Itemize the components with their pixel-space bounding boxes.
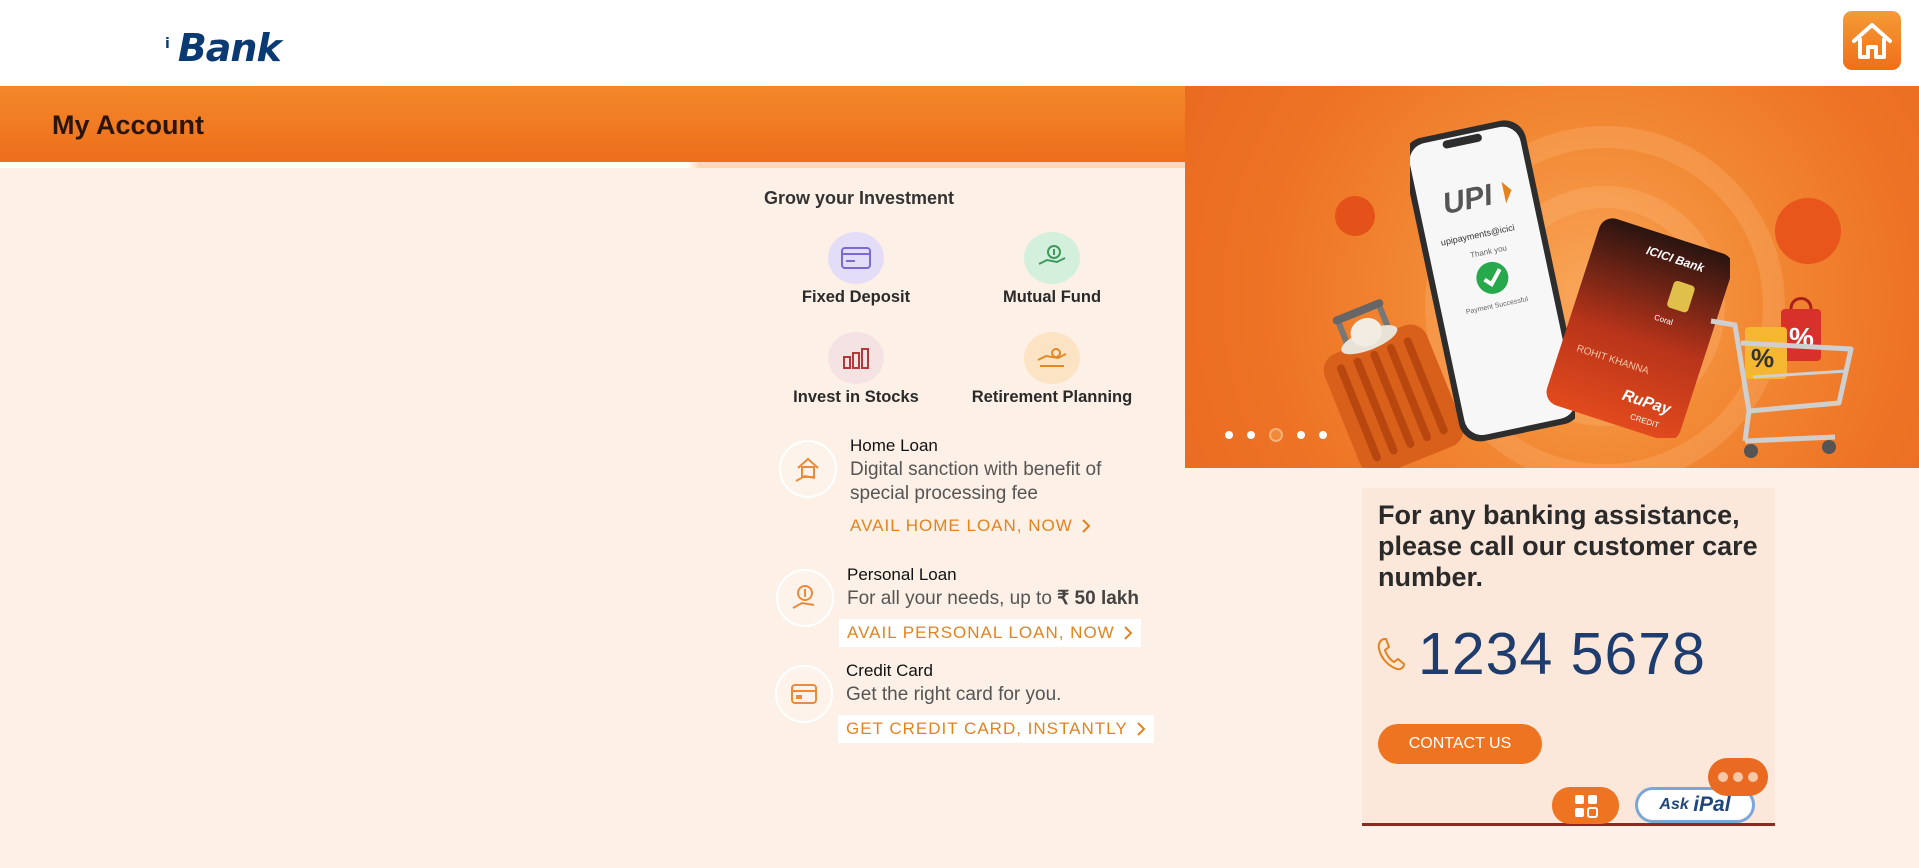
stocks-icon <box>828 332 884 384</box>
carousel-dot-1[interactable] <box>1225 431 1233 439</box>
decor-ball <box>1775 198 1841 264</box>
ask-label: Ask <box>1659 796 1689 813</box>
carousel-dot-3[interactable] <box>1269 428 1283 442</box>
customer-care-number[interactable]: 1234 5678 <box>1418 622 1706 686</box>
invest-mutual-fund[interactable]: Mutual Fund <box>952 232 1152 307</box>
shopping-cart-illustration: % % <box>1710 297 1854 458</box>
credit-card-icon <box>775 665 833 723</box>
offer-description: For all your needs, up to ₹ 50 lakh <box>847 587 1139 611</box>
contact-us-button[interactable]: CONTACT US <box>1378 724 1542 764</box>
chat-bubble-icon[interactable] <box>1708 758 1768 796</box>
header-divider <box>0 162 1185 168</box>
left-panel: My Account Grow your Investment Fixed De… <box>0 86 1185 868</box>
offer-description: Get the right card for you. <box>846 684 1062 705</box>
offer-description: Digital sanction with benefit of <box>850 459 1102 480</box>
home-icon <box>1852 22 1892 59</box>
chevron-right-icon <box>1136 722 1146 736</box>
fixed-deposit-icon <box>828 232 884 284</box>
top-bar: i Bank <box>0 0 1919 86</box>
invest-section-title: Grow your Investment <box>764 188 955 208</box>
invest-label: Retirement Planning <box>971 388 1133 406</box>
carousel-dots <box>1225 428 1327 442</box>
invest-label: Invest in Stocks <box>793 388 919 406</box>
offer-description: special processing fee <box>850 483 1038 504</box>
invest-fixed-deposit[interactable]: Fixed Deposit <box>756 232 956 307</box>
invest-label: Fixed Deposit <box>801 288 911 306</box>
offer-title: Home Loan <box>850 436 938 455</box>
offer-amount: ₹ 50 lakh <box>1057 588 1139 609</box>
avail-personal-loan-link[interactable]: AVAIL PERSONAL LOAN, NOW <box>839 619 1141 647</box>
avail-home-loan-link[interactable]: AVAIL HOME LOAN, NOW <box>850 516 1091 536</box>
cta-label: AVAIL HOME LOAN, NOW <box>850 516 1073 535</box>
get-credit-card-link[interactable]: GET CREDIT CARD, INSTANTLY <box>838 715 1154 743</box>
phone-icon <box>1377 638 1405 671</box>
offer-desc-prefix: For all your needs, up to <box>847 588 1052 609</box>
logo-mark: i <box>165 36 170 52</box>
offer-title: Credit Card <box>846 661 933 680</box>
invest-retirement[interactable]: Retirement Planning <box>952 332 1152 407</box>
carousel-dot-4[interactable] <box>1297 431 1305 439</box>
chat-dot <box>1718 772 1728 782</box>
personal-loan-icon <box>776 569 834 627</box>
carousel-dot-2[interactable] <box>1247 431 1255 439</box>
chevron-right-icon <box>1124 626 1133 640</box>
cta-label: AVAIL PERSONAL LOAN, NOW <box>847 623 1115 642</box>
quick-menu-button[interactable] <box>1552 787 1619 824</box>
credit-card-illustration: ICICI Bank Coral ROHIT KHANNA RuPay CRED… <box>1546 218 1730 438</box>
phone-row[interactable]: 1234 5678 <box>1376 622 1706 686</box>
promo-banner[interactable]: UPI upipayments@icici Thank you Payment … <box>1185 86 1919 468</box>
chat-dot <box>1733 772 1743 782</box>
page-title: My Account <box>52 110 205 140</box>
right-panel: UPI upipayments@icici Thank you Payment … <box>1185 86 1919 868</box>
mutual-fund-icon <box>1024 232 1080 284</box>
page-header: My Account <box>0 86 1185 162</box>
svg-text:%: % <box>1751 343 1774 373</box>
chevron-right-icon <box>1082 519 1091 533</box>
invest-label: Mutual Fund <box>1002 288 1102 306</box>
chat-dot <box>1748 772 1758 782</box>
decor-ball <box>1335 196 1375 236</box>
home-button[interactable] <box>1843 11 1901 70</box>
invest-stocks[interactable]: Invest in Stocks <box>756 332 956 407</box>
cta-label: GET CREDIT CARD, INSTANTLY <box>846 719 1128 738</box>
carousel-dot-5[interactable] <box>1319 431 1327 439</box>
offer-title: Personal Loan <box>847 565 957 584</box>
bank-logo[interactable]: i Bank <box>165 26 282 70</box>
logo-text: Bank <box>177 26 282 70</box>
grid-icon <box>1574 794 1598 818</box>
home-loan-icon <box>779 440 837 498</box>
ipal-label: iPal <box>1693 793 1731 816</box>
retirement-icon <box>1024 332 1080 384</box>
care-message: For any banking assistance, please call … <box>1378 500 1758 592</box>
